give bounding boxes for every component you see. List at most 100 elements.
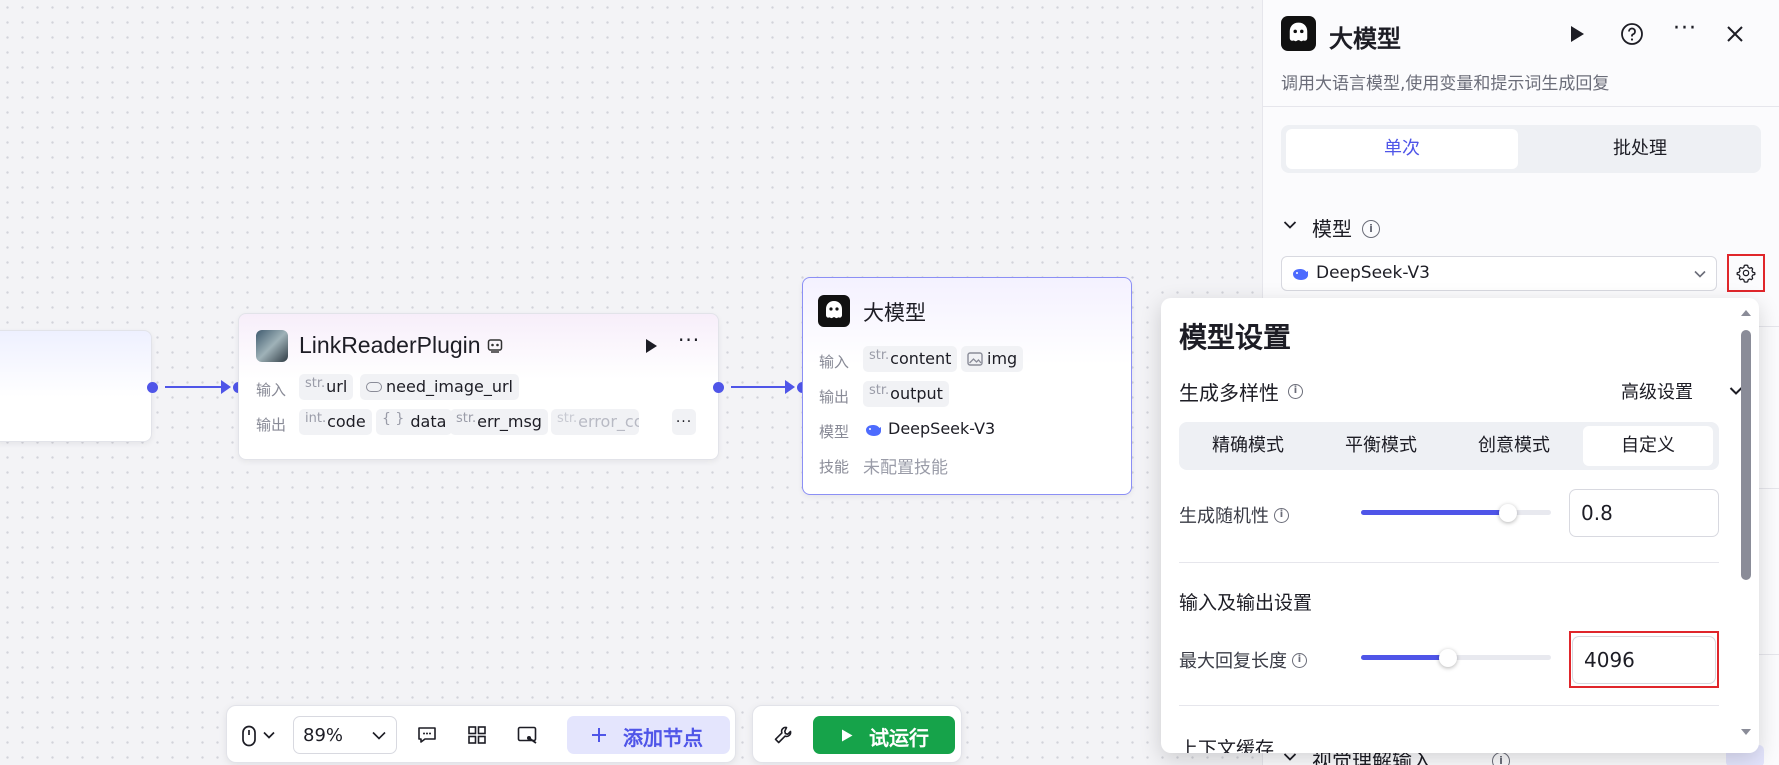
play-icon [842,729,853,742]
deepseek-whale-icon [1293,269,1308,280]
diversity-label: 生成多样性 [1179,381,1279,405]
edge-arrow-icon [785,380,795,394]
model-select-value: DeepSeek-V3 [1316,263,1430,283]
plugin-output-data: { } data [376,409,453,435]
plugin-node-title: LinkReaderPlugin [299,332,481,358]
plugin-output-err-msg: str.err_msg [450,409,548,435]
info-icon: i [1274,505,1289,524]
diversity-mode-tabs: 精确模式 平衡模式 创意模式 自定义 [1179,422,1719,470]
llm-node-title: 大模型 [863,301,926,325]
pointer-mode-button[interactable] [235,716,281,754]
panel-divider [1263,106,1779,107]
debug-tools-button[interactable] [763,716,803,754]
canvas-toolbar: 89% 添加节点 [226,705,736,763]
plugin-output-error-code: str.error_co [551,409,639,435]
model-settings-popover: 模型设置 生成多样性 i 高级设置 精确模式 平衡模式 创意模式 自定义 生成随… [1161,298,1759,753]
llm-node[interactable]: 大模型 输入 str.content img 输出 str.output 模型 … [802,277,1132,495]
minimap-button[interactable] [507,716,547,754]
deepseek-whale-icon [866,425,881,436]
plugin-input-need-image-url: need_image_url [360,374,519,400]
grid-layout-icon [468,726,486,744]
popover-divider [1179,562,1719,563]
model-select[interactable]: DeepSeek-V3 [1281,256,1717,291]
scrollbar-thumb[interactable] [1741,330,1751,580]
chevron-down-icon[interactable] [1283,220,1297,230]
plugin-outputs-label: 输出 [256,416,287,434]
test-run-label: 试运行 [869,726,929,750]
llm-model-value: DeepSeek-V3 [888,419,996,438]
llm-input-content: str.content [863,346,958,372]
minimap-icon [517,726,537,744]
mode-precise[interactable]: 精确模式 [1184,426,1312,466]
add-node-button[interactable]: 添加节点 [567,716,730,754]
mode-custom[interactable]: 自定义 [1583,426,1713,466]
add-node-label: 添加节点 [623,726,703,750]
plus-icon [592,728,606,742]
mode-creative[interactable]: 创意模式 [1450,426,1578,466]
model-section-title: 模型 [1312,217,1352,241]
run-node-icon[interactable] [642,337,660,355]
plugin-inputs-label: 输入 [256,381,287,399]
chevron-down-icon[interactable] [1283,752,1297,762]
plugin-more-icon[interactable]: ··· [678,328,700,352]
panel-description: 调用大语言模型,使用变量和提示词生成回复 [1281,74,1610,94]
edge-start-plugin [165,386,225,388]
io-settings-title: 输入及输出设置 [1179,592,1313,614]
mouse-icon [242,725,256,747]
run-toolbar: 试运行 [752,705,962,763]
llm-output-output: str.output [863,381,949,407]
llm-skills-value: 未配置技能 [863,458,948,478]
plugin-node[interactable]: LinkReaderPlugin ··· 输入 str.url need_ima… [238,313,719,460]
edge-plugin-llm [731,386,789,388]
help-icon[interactable] [1620,22,1644,46]
scroll-up-icon[interactable] [1739,308,1753,318]
zoom-value: 89% [303,725,344,746]
test-run-button[interactable]: 试运行 [813,716,955,754]
temperature-input[interactable]: 0.8 [1569,489,1719,537]
max-tokens-label: 最大回复长度 [1179,651,1287,672]
chevron-down-icon [1694,270,1706,278]
edge-arrow-icon [221,380,231,394]
run-icon[interactable] [1568,24,1586,44]
wrench-icon [774,726,792,744]
temperature-slider-fill [1361,510,1508,515]
panel-mode-tabs: 单次 批处理 [1281,125,1761,173]
image-type-icon [967,352,983,366]
advanced-settings-toggle[interactable]: 高级设置 [1621,378,1693,404]
info-icon: i [1362,218,1380,238]
plugin-outputs-more-button[interactable]: ··· [672,409,696,435]
start-node-output-port[interactable] [147,382,158,393]
panel-more-icon[interactable]: ··· [1673,16,1697,41]
temperature-slider-thumb[interactable] [1499,504,1517,522]
close-icon[interactable] [1725,24,1745,44]
popover-divider [1179,705,1719,706]
start-node[interactable] [0,330,152,442]
plugin-badge-icon [487,339,503,353]
llm-inputs-label: 输入 [819,353,850,371]
llm-input-img: img [961,346,1024,372]
chevron-down-icon [372,731,386,740]
max-tokens-slider-fill [1361,655,1448,660]
plugin-output-code: int.code [299,409,372,435]
comment-button[interactable] [407,716,447,754]
mode-balanced[interactable]: 平衡模式 [1317,426,1445,466]
layout-button[interactable] [457,716,497,754]
panel-title: 大模型 [1329,25,1401,53]
chevron-down-icon [263,731,275,739]
info-icon: i [1292,650,1307,669]
settings-gear-icon[interactable] [1736,263,1756,283]
llm-skills-label: 技能 [819,458,850,476]
llm-model-label: 模型 [819,423,850,441]
model-settings-title: 模型设置 [1179,321,1292,354]
max-tokens-slider-thumb[interactable] [1439,649,1457,667]
context-cache-title: 上下文缓存 [1179,738,1275,753]
tab-batch[interactable]: 批处理 [1524,129,1756,169]
highlight-box [1569,631,1719,688]
plugin-input-url: str.url [299,374,354,400]
scroll-down-icon[interactable] [1739,727,1753,737]
plugin-output-port[interactable] [713,382,724,393]
tab-single[interactable]: 单次 [1286,129,1518,169]
zoom-select[interactable]: 89% [293,716,397,754]
llm-node-icon [818,295,850,327]
comment-icon [418,727,436,743]
